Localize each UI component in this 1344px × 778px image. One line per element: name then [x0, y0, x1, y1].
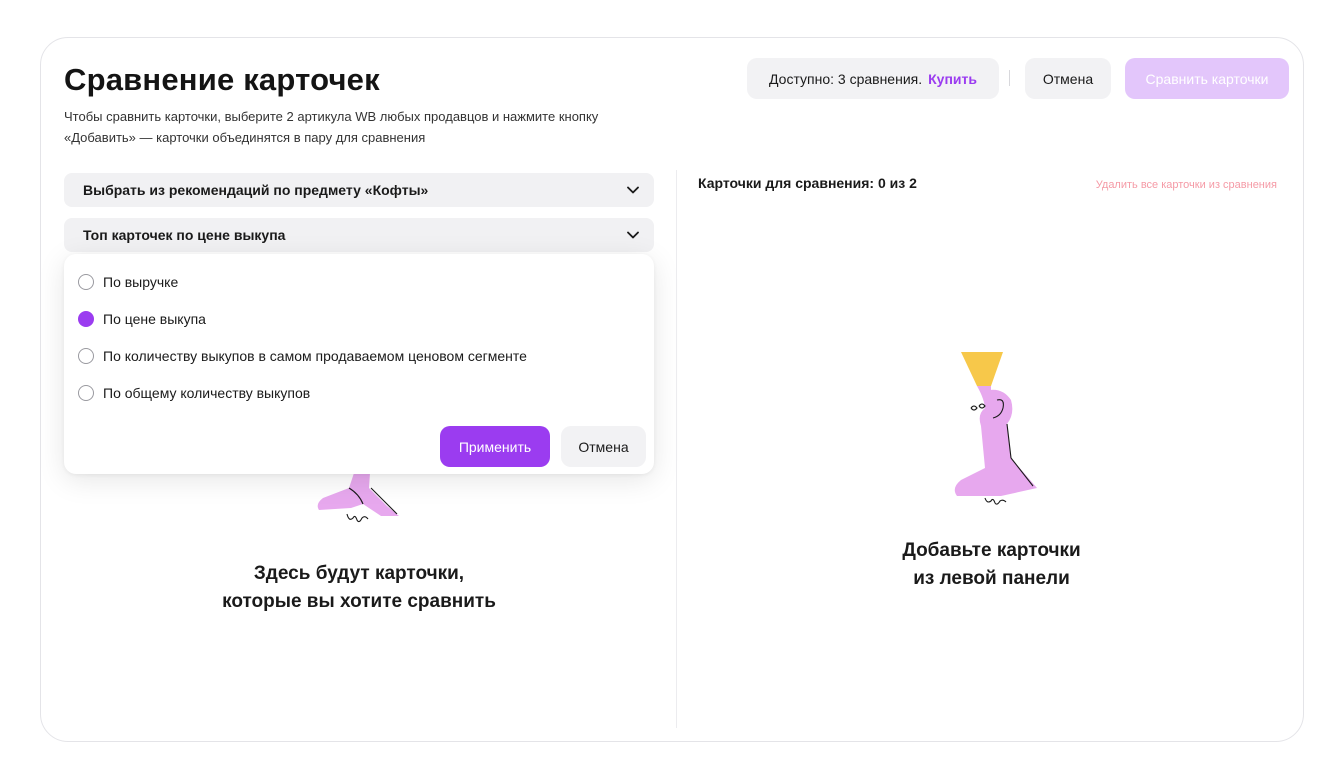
- cancel-button[interactable]: Отмена: [1025, 58, 1111, 99]
- panel-divider: [676, 170, 677, 728]
- sort-option-buyout-price[interactable]: По цене выкупа: [78, 311, 206, 327]
- buy-link[interactable]: Купить: [928, 71, 977, 87]
- page-title: Сравнение карточек: [64, 62, 380, 97]
- remove-all-cards-link[interactable]: Удалить все карточки из сравнения: [1096, 179, 1277, 191]
- radio-button[interactable]: [78, 348, 94, 364]
- left-empty-state-text: Здесь будут карточки, которые вы хотите …: [64, 560, 654, 616]
- sort-option-revenue[interactable]: По выручке: [78, 274, 178, 290]
- left-empty-line-2: которые вы хотите сравнить: [222, 591, 496, 612]
- subtitle-line-2: «Добавить» — карточки объединятся в пару…: [64, 130, 426, 145]
- right-empty-line-2: из левой панели: [913, 568, 1070, 589]
- recommendations-dropdown[interactable]: Выбрать из рекомендаций по предмету «Коф…: [64, 173, 654, 207]
- chevron-down-icon: [627, 186, 639, 194]
- sort-option-label: По общему количеству выкупов: [103, 385, 311, 401]
- compare-panel: Сравнение карточек Чтобы сравнить карточ…: [40, 37, 1304, 742]
- sort-options-popup: По выручке По цене выкупа По количеству …: [64, 254, 654, 474]
- sort-option-total-buyouts[interactable]: По общему количеству выкупов: [78, 385, 310, 401]
- radio-button[interactable]: [78, 274, 94, 290]
- sort-option-label: По выручке: [103, 274, 179, 290]
- right-empty-state-text: Добавьте карточки из левой панели: [678, 537, 1303, 593]
- radio-button[interactable]: [78, 385, 94, 401]
- page-subtitle: Чтобы сравнить карточки, выберите 2 арти…: [64, 106, 664, 148]
- sort-option-buyouts-top-segment[interactable]: По количеству выкупов в самом продаваемо…: [78, 348, 527, 364]
- left-empty-line-1: Здесь будут карточки,: [253, 563, 465, 584]
- available-text: Доступно: 3 сравнения.: [769, 70, 923, 87]
- sort-option-label: По количеству выкупов в самом продаваемо…: [103, 348, 527, 364]
- comparison-count-heading: Карточки для сравнения: 0 из 2: [698, 175, 917, 191]
- chevron-down-icon: [627, 231, 639, 239]
- top-cards-sort-dropdown[interactable]: Топ карточек по цене выкупа: [64, 218, 654, 252]
- available-comparisons-badge: Доступно: 3 сравнения. Купить: [747, 58, 999, 99]
- sort-option-label: По цене выкупа: [103, 311, 206, 327]
- right-empty-line-1: Добавьте карточки: [902, 540, 1081, 561]
- radio-button-selected[interactable]: [78, 311, 94, 327]
- subtitle-line-1: Чтобы сравнить карточки, выберите 2 арти…: [64, 109, 599, 124]
- compare-cards-button[interactable]: Сравнить карточки: [1125, 58, 1289, 99]
- apply-button[interactable]: Применить: [440, 426, 550, 467]
- toolbar-divider: [1009, 70, 1010, 86]
- popup-cancel-button[interactable]: Отмена: [561, 426, 646, 467]
- top-cards-sort-dropdown-label: Топ карточек по цене выкупа: [83, 227, 286, 243]
- empty-state-illustration: [954, 352, 1037, 505]
- recommendations-dropdown-label: Выбрать из рекомендаций по предмету «Коф…: [83, 182, 429, 198]
